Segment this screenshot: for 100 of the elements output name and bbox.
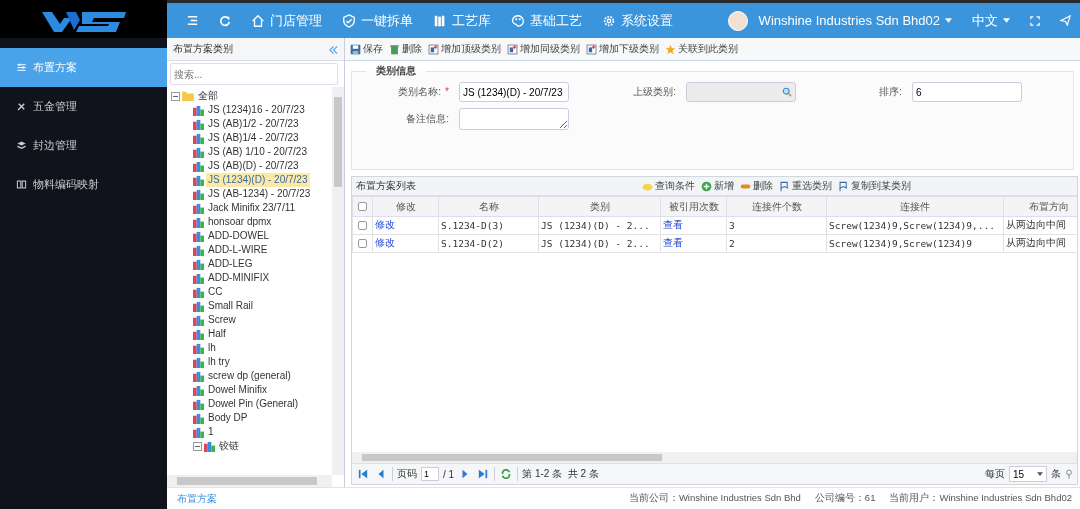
table-cell: 3: [726, 216, 827, 235]
column-header[interactable]: 布置方向: [1003, 196, 1077, 217]
arrow-icon: [478, 469, 489, 479]
sliders-icon: [16, 62, 27, 73]
grid-action[interactable]: 新增: [701, 179, 734, 193]
tree-item[interactable]: JS (AB-1234) - 20/7/23: [206, 187, 313, 201]
search-icon: [782, 87, 792, 97]
column-header[interactable]: 类别: [538, 196, 661, 217]
tree-toggle[interactable]: [171, 91, 180, 101]
tree-item[interactable]: Jack Minifix 23/7/11: [206, 201, 298, 215]
table-link[interactable]: 修改: [375, 237, 395, 248]
column-header[interactable]: 连接件个数: [726, 196, 827, 217]
tree-item[interactable]: JS (1234)(D) - 20/7/23: [206, 173, 310, 187]
toolbar-button[interactable]: 增加顶级类别: [428, 42, 501, 56]
grid-action[interactable]: 复制到某类别: [838, 179, 911, 193]
tree-item[interactable]: CC: [206, 285, 225, 299]
tree-item[interactable]: 全部: [196, 89, 220, 103]
checkbox[interactable]: [358, 221, 367, 230]
toolbar-button[interactable]: 保存: [350, 42, 383, 56]
tree-item[interactable]: JS (AB)1/4 - 20/7/23: [206, 131, 301, 145]
tree-item[interactable]: ADD-LEG: [206, 257, 255, 271]
tree-item[interactable]: honsoar dpmx: [206, 215, 274, 229]
checkbox[interactable]: [358, 202, 367, 211]
chart-icon: [193, 104, 204, 116]
tree-item[interactable]: ADD-L-WIRE: [206, 243, 270, 257]
chart-icon: [193, 314, 204, 326]
fullscreen-icon: [1030, 15, 1040, 26]
first-page-button[interactable]: [356, 469, 370, 479]
sidebar-item[interactable]: 物料编码映射: [0, 165, 167, 204]
text-field[interactable]: 6: [912, 82, 1022, 102]
avatar[interactable]: [727, 10, 748, 31]
tree-item[interactable]: lh try: [206, 355, 232, 369]
sidebar-item[interactable]: 五金管理: [0, 87, 167, 126]
notes-field[interactable]: [459, 108, 569, 130]
tree-item[interactable]: JS (1234)16 - 20/7/23: [206, 103, 307, 117]
tree-item[interactable]: 1: [206, 425, 216, 439]
grid-action[interactable]: 删除: [740, 179, 773, 193]
scrollbar[interactable]: [332, 87, 344, 475]
chart-icon: [193, 412, 204, 424]
column-header[interactable]: 连接件: [826, 196, 1004, 217]
refresh-icon: [219, 14, 231, 27]
tree-item[interactable]: lh: [206, 341, 218, 355]
table-cell: 2: [726, 234, 827, 253]
sidebar-item[interactable]: 封边管理: [0, 126, 167, 165]
page-size-select[interactable]: 15: [1009, 466, 1047, 482]
table-cell: JS (1234)(D) - 2...: [538, 216, 661, 235]
tree-item[interactable]: JS (AB) 1/10 - 20/7/23: [206, 145, 309, 159]
books-icon: [433, 13, 447, 28]
tree-item[interactable]: ADD-MINIFIX: [206, 271, 272, 285]
grid-action[interactable]: 查询条件: [642, 179, 695, 193]
tree-item[interactable]: screw dp (general): [206, 369, 293, 383]
tree-item[interactable]: Dowel Pin (General): [206, 397, 301, 411]
toolbar-button[interactable]: 增加同级类别: [507, 42, 580, 56]
table-link[interactable]: 查看: [663, 219, 683, 230]
grid-action[interactable]: 重选类别: [779, 179, 832, 193]
tree-item[interactable]: 铰链: [217, 439, 241, 453]
trash-icon: [389, 43, 400, 55]
breadcrumb-link[interactable]: 布置方案: [177, 491, 217, 506]
tree-item[interactable]: ADD-DOWEL: [206, 229, 272, 243]
table-cell: S.1234-D(2): [438, 234, 539, 253]
scrollbar[interactable]: [167, 475, 332, 487]
table-link[interactable]: 修改: [375, 219, 395, 230]
page-size-unit: 条: [1051, 467, 1061, 481]
tree-item[interactable]: Dowel Minifix: [206, 383, 269, 397]
tree-item[interactable]: Half: [206, 327, 228, 341]
chart-icon: [193, 258, 204, 270]
grid-title: 布置方案列表: [356, 179, 416, 193]
column-header[interactable]: 被引用次数: [660, 196, 727, 217]
tree-toggle[interactable]: [193, 441, 202, 451]
chart-icon: [193, 342, 204, 354]
field-label: 排序:: [878, 85, 903, 99]
chart-icon: [193, 174, 204, 186]
tree-item[interactable]: JS (AB)(D) - 20/7/23: [206, 159, 301, 173]
chart-icon: [193, 146, 204, 158]
chart-icon: [193, 188, 204, 200]
table-cell: 从两边向中间: [1003, 216, 1077, 235]
tree-item[interactable]: Body DP: [206, 411, 250, 425]
arrow-icon: [358, 469, 368, 479]
chart-icon: [193, 426, 204, 438]
field-label: 上级类别:: [632, 85, 677, 99]
refresh-icon: [501, 469, 512, 479]
page-field[interactable]: 1: [421, 467, 439, 481]
checkbox[interactable]: [358, 239, 367, 248]
toolbar-button[interactable]: 删除: [389, 42, 422, 56]
column-header[interactable]: 名称: [438, 196, 539, 217]
table-cell: JS (1234)(D) - 2...: [538, 234, 661, 253]
table-link[interactable]: 查看: [663, 237, 683, 248]
search-field[interactable]: 搜索...: [170, 63, 338, 85]
caret-icon: [1037, 472, 1043, 476]
chart-icon: [193, 202, 204, 214]
text-field[interactable]: JS (1234)(D) - 20/7/23: [459, 82, 569, 102]
column-header[interactable]: 修改: [372, 196, 439, 217]
toolbar-button[interactable]: 增加下级类别: [586, 42, 659, 56]
tree-item[interactable]: JS (AB)1/2 - 20/7/23: [206, 117, 301, 131]
tree-item[interactable]: Small Rail: [206, 299, 255, 313]
page-count: / 1: [443, 468, 455, 480]
tree-item[interactable]: Screw: [206, 313, 238, 327]
page-size-label: 每页: [985, 467, 1005, 481]
scrollbar[interactable]: [352, 452, 1077, 463]
toolbar-button[interactable]: 关联到此类别: [665, 42, 738, 56]
